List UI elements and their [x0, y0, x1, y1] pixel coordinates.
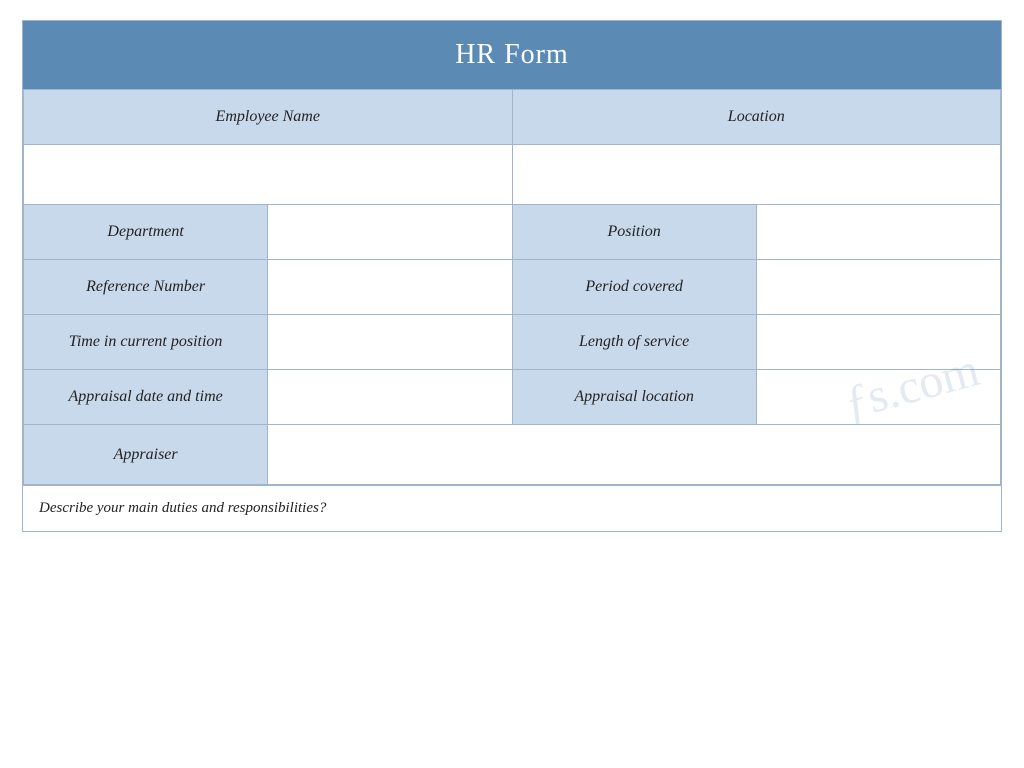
department-value[interactable]	[268, 205, 512, 260]
reference-number-label: Reference Number	[24, 260, 268, 315]
length-of-service-label: Length of service	[512, 315, 756, 370]
position-label: Position	[512, 205, 756, 260]
length-of-service-value[interactable]	[756, 315, 1000, 370]
time-in-current-position-label: Time in current position	[24, 315, 268, 370]
location-label: Location	[512, 90, 1001, 145]
period-covered-label: Period covered	[512, 260, 756, 315]
form-table: Employee Name Location Department Positi…	[23, 89, 1001, 485]
appraiser-value[interactable]	[268, 425, 1001, 485]
location-value[interactable]	[512, 145, 1001, 205]
employee-name-label: Employee Name	[24, 90, 513, 145]
position-value[interactable]	[756, 205, 1000, 260]
appraisal-date-value[interactable]	[268, 370, 512, 425]
table-row: Employee Name Location	[24, 90, 1001, 145]
appraisal-location-value[interactable]: ƒs.com	[756, 370, 1000, 425]
table-row: Appraiser	[24, 425, 1001, 485]
hr-form: HR Form Employee Name Location Departmen…	[22, 20, 1002, 532]
appraisal-location-label: Appraisal location	[512, 370, 756, 425]
table-row: Department Position	[24, 205, 1001, 260]
reference-number-value[interactable]	[268, 260, 512, 315]
table-row: Appraisal date and time Appraisal locati…	[24, 370, 1001, 425]
form-title: HR Form	[23, 21, 1001, 89]
table-row: Time in current position Length of servi…	[24, 315, 1001, 370]
appraiser-label: Appraiser	[24, 425, 268, 485]
appraisal-date-label: Appraisal date and time	[24, 370, 268, 425]
table-row: Reference Number Period covered	[24, 260, 1001, 315]
time-in-current-position-value[interactable]	[268, 315, 512, 370]
department-label: Department	[24, 205, 268, 260]
period-covered-value[interactable]	[756, 260, 1000, 315]
bottom-question: Describe your main duties and responsibi…	[23, 485, 1001, 531]
employee-name-value[interactable]	[24, 145, 513, 205]
table-row	[24, 145, 1001, 205]
